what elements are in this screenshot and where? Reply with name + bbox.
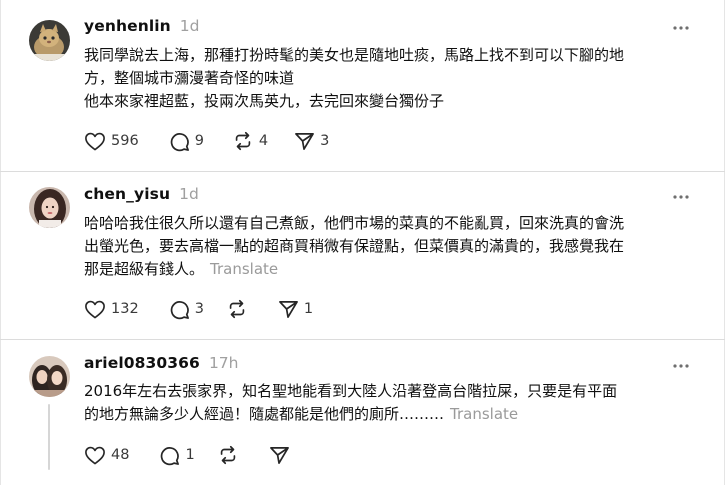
repost-icon — [220, 445, 235, 465]
post-1: yenhenlin 1d 我同學說去上海，那種打扮時髦的美女也是隨地吐痰，馬路上… — [0, 0, 725, 171]
share-count: 1 — [303, 301, 314, 317]
heart-icon — [85, 132, 105, 151]
send-icon — [269, 447, 289, 464]
post-text-line: 我同學說去上海，那種打扮時髦的美女也是隨地吐痰，馬路上找不到可以下腳的地 — [84, 46, 625, 64]
reply-count: 1 — [185, 447, 195, 463]
post-text-line: 哈哈哈我住很久所以還有自己煮飯，他們市場的菜真的不能亂買，回來洗真的會洗 — [84, 214, 625, 232]
repost-button[interactable] — [226, 298, 248, 320]
comment-icon — [161, 446, 180, 465]
more-options-icon[interactable] — [671, 358, 691, 374]
share-button[interactable]: 1 — [278, 298, 313, 320]
repost-count: 4 — [258, 133, 269, 149]
reply-button[interactable]: 9 — [169, 130, 204, 152]
post-text-fragment: 那是超級有錢人。 — [84, 260, 205, 278]
post-body: 哈哈哈我住很久所以還有自己煮飯，他們市場的菜真的不能亂買，回來洗真的會洗 出螢光… — [84, 212, 704, 281]
like-button[interactable]: 596 — [84, 130, 139, 152]
repost-button[interactable]: 4 — [232, 130, 268, 152]
like-count: 596 — [111, 133, 139, 149]
like-count: 48 — [111, 447, 130, 463]
repost-icon — [229, 299, 245, 319]
post-time[interactable]: 1d — [180, 17, 200, 35]
username[interactable]: chen_yisu — [84, 185, 170, 203]
post-2: chen_yisu 1d 哈哈哈我住很久所以還有自己煮飯，他們市場的菜真的不能亂… — [0, 172, 725, 339]
post-body: 2016年左右去張家界，知名聖地能看到大陸人沿著登高台階拉屎，只要是有平面 的地… — [84, 380, 704, 426]
reply-count: 3 — [194, 301, 204, 317]
comment-icon — [170, 132, 189, 151]
two-people-photo-icon — [29, 356, 70, 397]
post-text-line: 方，整個城市瀰漫著奇怪的味道 — [84, 69, 295, 87]
heart-icon — [85, 300, 105, 319]
reply-button[interactable]: 1 — [159, 444, 195, 466]
post-text-fragment: 的地方無論多少人經過！隨處都能是他們的廁所……… — [84, 405, 445, 423]
like-button[interactable]: 48 — [84, 444, 129, 466]
post-time[interactable]: 1d — [179, 185, 199, 203]
translate-link[interactable]: Translate — [210, 260, 278, 278]
post-text-line: 2016年左右去張家界，知名聖地能看到大陸人沿著登高台階拉屎，只要是有平面 — [84, 382, 618, 400]
post-time[interactable]: 17h — [209, 354, 239, 372]
username[interactable]: yenhenlin — [84, 17, 171, 35]
avatar[interactable] — [29, 187, 70, 228]
share-button[interactable]: 3 — [294, 130, 329, 152]
cat-photo-icon — [29, 20, 70, 61]
post-body: 我同學說去上海，那種打扮時髦的美女也是隨地吐痰，馬路上找不到可以下腳的地 方，整… — [84, 44, 704, 113]
post-3: ariel0830366 17h 2016年左右去張家界，知名聖地能看到大陸人沿… — [0, 340, 725, 485]
avatar[interactable] — [29, 20, 70, 61]
reply-count: 9 — [194, 133, 204, 149]
reply-button[interactable]: 3 — [169, 298, 204, 320]
avatar[interactable] — [29, 356, 70, 397]
post-text-line: 那是超級有錢人。 Translate — [84, 258, 704, 281]
more-options-icon[interactable] — [671, 20, 691, 36]
repost-icon — [235, 131, 251, 151]
username[interactable]: ariel0830366 — [84, 354, 200, 372]
post-text-line: 他本來家裡超藍，投兩次馬英九，去完回來變台獨份子 — [84, 92, 445, 110]
translate-link[interactable]: Translate — [450, 405, 518, 423]
repost-button[interactable] — [217, 444, 239, 466]
post-text-line: 的地方無論多少人經過！隨處都能是他們的廁所……… Translate — [84, 403, 704, 426]
woman-photo-icon — [29, 187, 70, 228]
heart-icon — [85, 446, 105, 465]
comment-icon — [170, 300, 189, 319]
share-button[interactable] — [269, 444, 290, 466]
post-text-line: 出螢光色，要去高檔一點的超商買稍微有保證點，但菜價真的滿貴的，我感覺我在 — [84, 237, 625, 255]
thread-line — [48, 404, 50, 470]
send-icon — [295, 133, 315, 150]
send-icon — [278, 301, 298, 318]
more-options-icon[interactable] — [671, 189, 691, 205]
like-count: 132 — [111, 301, 139, 317]
share-count: 3 — [320, 133, 330, 149]
like-button[interactable]: 132 — [84, 298, 139, 320]
